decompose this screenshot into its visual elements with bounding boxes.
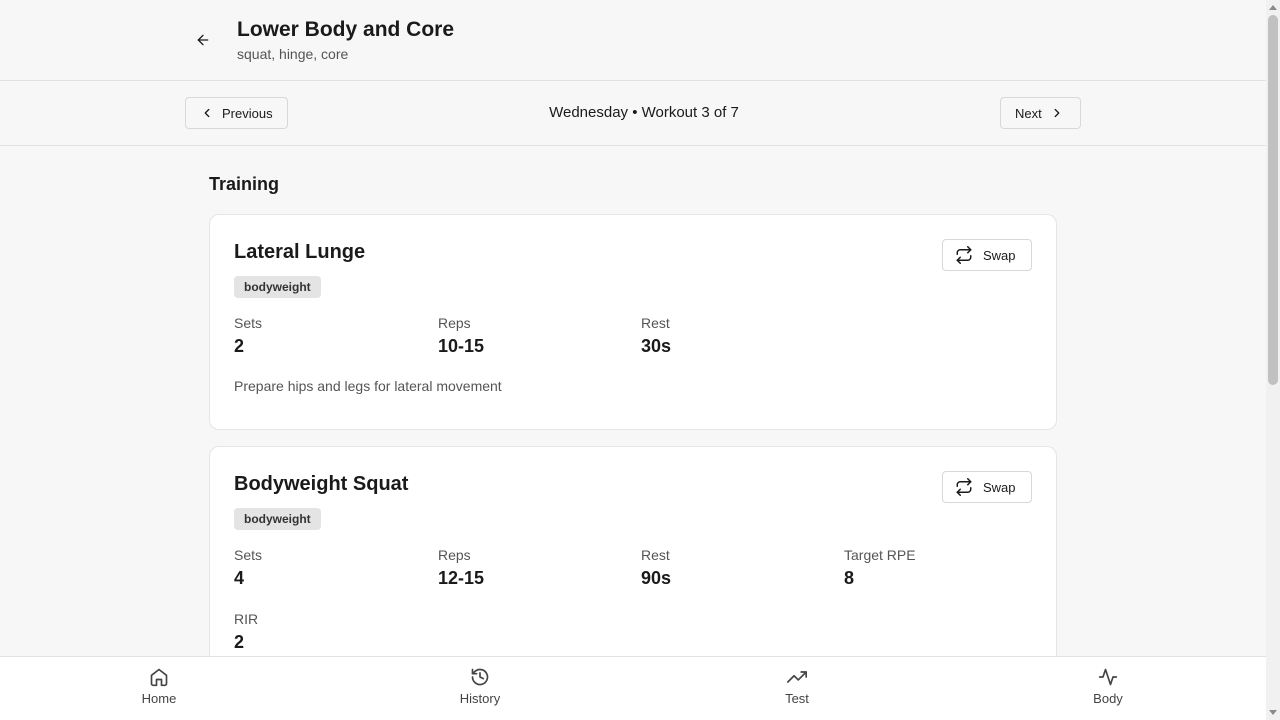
exercise-name: Lateral Lunge xyxy=(234,241,366,263)
trending-up-icon xyxy=(787,667,807,687)
activity-icon xyxy=(1098,667,1118,687)
stat-value: 2 xyxy=(234,336,245,356)
nav-item-test[interactable]: Test xyxy=(757,667,837,706)
arrow-left-icon xyxy=(195,32,211,48)
stat-reps: Reps 10-15 xyxy=(438,315,484,357)
nav-label: Body xyxy=(1093,691,1123,706)
stat-label: Rest xyxy=(641,315,670,331)
stat-sets: Sets 2 xyxy=(234,315,262,357)
stat-rest: Rest 30s xyxy=(641,315,671,357)
workout-navigation: Wednesday • Workout 3 of 7 Previous Next xyxy=(0,81,1266,146)
stat-value: 2 xyxy=(234,632,245,652)
stat-value: 12-15 xyxy=(438,568,485,588)
stat-value: 10-15 xyxy=(438,336,485,356)
previous-workout-button[interactable]: Previous xyxy=(185,97,288,129)
stat-label: Sets xyxy=(234,315,263,331)
page-subtitle: squat, hinge, core xyxy=(237,46,349,62)
stat-target-rpe: Target RPE 8 xyxy=(844,547,916,589)
previous-label: Previous xyxy=(222,105,273,121)
bottom-navigation: Home History Test Body xyxy=(0,656,1266,720)
swap-button[interactable]: Swap xyxy=(942,471,1032,503)
chevron-left-icon xyxy=(200,106,214,120)
section-title: Training xyxy=(209,174,280,194)
stat-label: Sets xyxy=(234,547,263,563)
swap-label: Swap xyxy=(983,247,1016,263)
equipment-tag: bodyweight xyxy=(234,508,321,530)
vertical-scrollbar[interactable] xyxy=(1266,0,1280,720)
nav-item-history[interactable]: History xyxy=(440,667,520,706)
exercise-note: Prepare hips and legs for lateral moveme… xyxy=(234,378,502,394)
scrollbar-thumb[interactable] xyxy=(1268,15,1278,385)
stat-label: RIR xyxy=(234,611,259,627)
home-icon xyxy=(149,667,169,687)
swap-button[interactable]: Swap xyxy=(942,239,1032,271)
exercise-name: Bodyweight Squat xyxy=(234,473,409,495)
nav-label: Test xyxy=(785,691,809,706)
stat-label: Target RPE xyxy=(844,547,916,563)
history-icon xyxy=(470,667,490,687)
scroll-down-arrow-icon[interactable] xyxy=(1269,710,1277,715)
stat-sets: Sets 4 xyxy=(234,547,262,589)
next-workout-button[interactable]: Next xyxy=(1000,97,1081,129)
nav-label: History xyxy=(459,691,501,706)
stat-value: 30s xyxy=(641,336,672,356)
workout-page: Lower Body and Core squat, hinge, core W… xyxy=(0,0,1266,720)
stat-value: 4 xyxy=(234,568,245,588)
scroll-up-arrow-icon[interactable] xyxy=(1269,5,1277,10)
page-title: Lower Body and Core xyxy=(237,18,455,41)
stat-rir: RIR 2 xyxy=(234,611,258,653)
back-button[interactable] xyxy=(190,28,216,52)
swap-label: Swap xyxy=(983,479,1016,495)
exercise-card: Lateral Lunge bodyweight Swap Sets 2 Rep… xyxy=(209,214,1057,430)
nav-label: Home xyxy=(141,691,177,706)
stat-rest: Rest 90s xyxy=(641,547,671,589)
stat-value: 90s xyxy=(641,568,672,588)
nav-item-home[interactable]: Home xyxy=(119,667,199,706)
stat-reps: Reps 12-15 xyxy=(438,547,484,589)
swap-icon xyxy=(955,478,973,496)
stat-label: Reps xyxy=(438,315,471,331)
nav-item-body[interactable]: Body xyxy=(1068,667,1148,706)
next-label: Next xyxy=(1015,105,1042,121)
chevron-right-icon xyxy=(1050,106,1064,120)
stat-label: Rest xyxy=(641,547,670,563)
swap-icon xyxy=(955,246,973,264)
equipment-tag: bodyweight xyxy=(234,276,321,298)
stat-label: Reps xyxy=(438,547,471,563)
stat-value: 8 xyxy=(844,568,855,588)
page-header: Lower Body and Core squat, hinge, core xyxy=(0,0,1266,81)
